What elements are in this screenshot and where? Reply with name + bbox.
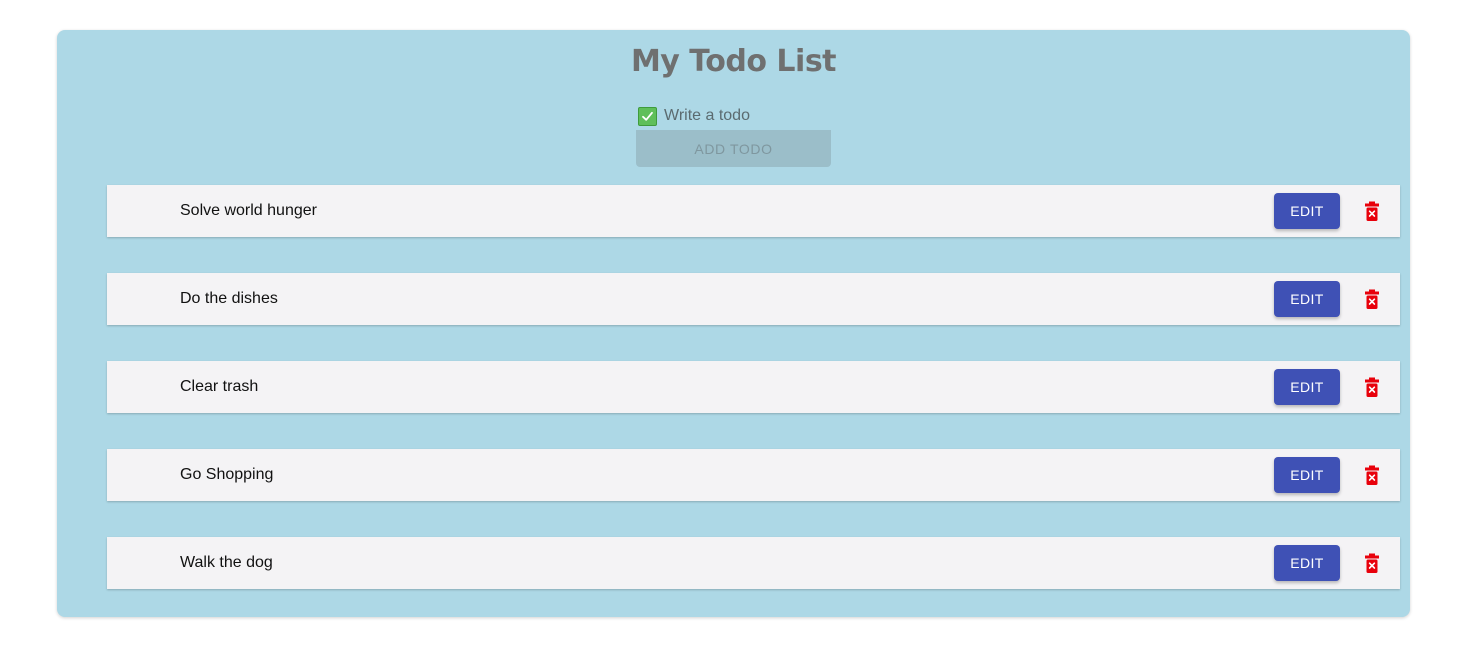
todo-text: Do the dishes xyxy=(180,290,278,307)
edit-button[interactable]: EDIT xyxy=(1274,193,1340,229)
edit-button[interactable]: EDIT xyxy=(1274,369,1340,405)
trash-icon[interactable] xyxy=(1365,201,1379,221)
todo-item: Solve world hunger EDIT xyxy=(107,185,1400,237)
todo-text: Solve world hunger xyxy=(180,202,317,219)
todo-text: Walk the dog xyxy=(180,554,273,571)
trash-icon[interactable] xyxy=(1365,289,1379,309)
edit-button[interactable]: EDIT xyxy=(1274,457,1340,493)
add-todo-button[interactable]: ADD TODO xyxy=(636,130,831,167)
edit-button[interactable]: EDIT xyxy=(1274,281,1340,317)
trash-icon[interactable] xyxy=(1365,553,1379,573)
todo-input[interactable] xyxy=(664,107,824,125)
check-mark-icon xyxy=(638,106,657,126)
todo-list: Solve world hunger EDIT Do the dishes ED… xyxy=(107,185,1400,625)
todo-text: Clear trash xyxy=(180,378,259,395)
trash-icon[interactable] xyxy=(1365,377,1379,397)
todo-item: Do the dishes EDIT xyxy=(107,273,1400,325)
todo-text: Go Shopping xyxy=(180,466,274,483)
trash-icon[interactable] xyxy=(1365,465,1379,485)
todo-input-field xyxy=(636,102,830,131)
todo-card: My Todo List ADD TODO Solve world hunger… xyxy=(57,30,1410,617)
todo-item: Walk the dog EDIT xyxy=(107,537,1400,589)
todo-item: Go Shopping EDIT xyxy=(107,449,1400,501)
page-title: My Todo List xyxy=(630,44,837,79)
todo-item: Clear trash EDIT xyxy=(107,361,1400,413)
edit-button[interactable]: EDIT xyxy=(1274,545,1340,581)
